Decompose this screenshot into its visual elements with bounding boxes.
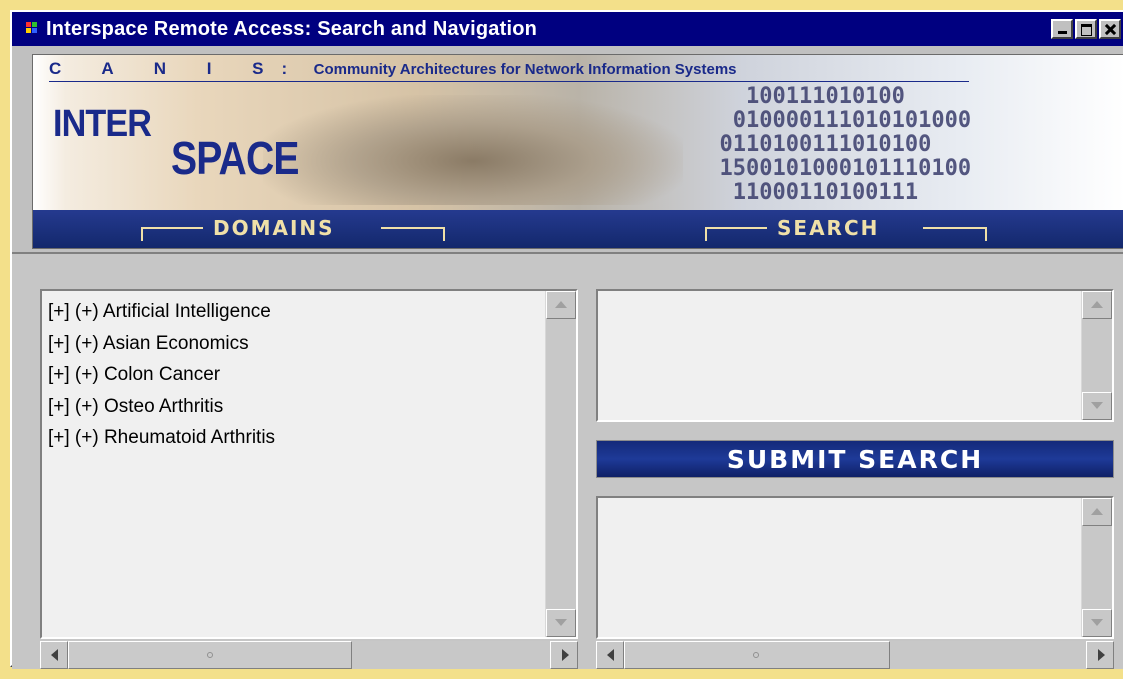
domains-left-rule	[141, 227, 203, 229]
close-button[interactable]	[1099, 19, 1121, 39]
domain-item-colon-cancer[interactable]: [+] (+) Colon Cancer	[42, 359, 544, 391]
search-left-rule	[705, 227, 767, 229]
search-heading: SEARCH	[777, 216, 880, 240]
domain-item-asian-economics[interactable]: [+] (+) Asian Economics	[42, 328, 544, 360]
results-horizontal-scrollbar[interactable]	[596, 641, 1114, 669]
scroll-up-arrow-icon[interactable]	[1082, 291, 1112, 319]
window-controls	[1051, 19, 1121, 39]
query-vertical-scrollbar[interactable]	[1081, 291, 1112, 420]
grip-icon	[753, 652, 759, 658]
interspace-logo: INTER SPACE	[53, 105, 321, 181]
canis-letters: C A N I S:	[49, 59, 306, 78]
binary-graphic: 100111010100 010000111010101000 01101001…	[719, 84, 972, 205]
results-scroll-thumb[interactable]	[624, 641, 890, 669]
domains-scroll-thumb[interactable]	[68, 641, 352, 669]
search-right-rule	[923, 227, 985, 229]
domain-item-artificial-intelligence[interactable]: [+] (+) Artificial Intelligence	[42, 296, 544, 328]
app-icon	[26, 22, 40, 36]
scroll-up-arrow-icon[interactable]	[1082, 498, 1112, 526]
window-title: Interspace Remote Access: Search and Nav…	[46, 17, 538, 40]
scroll-down-arrow-icon[interactable]	[1082, 392, 1112, 420]
domains-right-rule	[381, 227, 443, 229]
scroll-right-arrow-icon[interactable]	[550, 641, 578, 669]
section-label-bar: DOMAINS SEARCH	[33, 210, 1123, 248]
logo-space: SPACE	[171, 132, 299, 184]
title-bar[interactable]: Interspace Remote Access: Search and Nav…	[12, 12, 1123, 46]
domains-horizontal-scrollbar[interactable]	[40, 641, 578, 669]
scroll-down-arrow-icon[interactable]	[546, 609, 576, 637]
canis-subtitle: Community Architectures for Network Info…	[313, 61, 737, 78]
scroll-left-arrow-icon[interactable]	[40, 641, 68, 669]
submit-search-button[interactable]: SUBMIT SEARCH	[596, 440, 1114, 478]
scroll-up-arrow-icon[interactable]	[546, 291, 576, 319]
domains-right-tick	[443, 227, 445, 241]
domain-item-rheumatoid-arthritis[interactable]: [+] (+) Rheumatoid Arthritis	[42, 422, 544, 454]
domains-vertical-scrollbar[interactable]	[545, 291, 576, 637]
domains-left-tick	[141, 227, 143, 241]
banner-photo-collage	[263, 95, 683, 205]
results-vertical-scrollbar[interactable]	[1081, 498, 1112, 637]
domains-tree[interactable]: [+] (+) Artificial Intelligence [+] (+) …	[40, 289, 578, 639]
canis-header: C A N I S: Community Architectures for N…	[49, 59, 737, 79]
canis-banner: 100111010100 010000111010101000 01101001…	[32, 54, 1123, 249]
scroll-left-arrow-icon[interactable]	[596, 641, 624, 669]
main-panel: [+] (+) Artificial Intelligence [+] (+) …	[12, 252, 1123, 669]
grip-icon	[207, 652, 213, 658]
scroll-right-arrow-icon[interactable]	[1086, 641, 1114, 669]
search-results-box[interactable]	[596, 496, 1114, 639]
domain-item-osteo-arthritis[interactable]: [+] (+) Osteo Arthritis	[42, 391, 544, 423]
search-query-box[interactable]	[596, 289, 1114, 422]
canis-underline	[49, 81, 969, 82]
scroll-down-arrow-icon[interactable]	[1082, 609, 1112, 637]
maximize-button[interactable]	[1075, 19, 1097, 39]
domains-heading: DOMAINS	[213, 216, 335, 240]
search-right-tick	[985, 227, 987, 241]
domains-list: [+] (+) Artificial Intelligence [+] (+) …	[42, 291, 544, 642]
minimize-button[interactable]	[1051, 19, 1073, 39]
search-left-tick	[705, 227, 707, 241]
app-window: Interspace Remote Access: Search and Nav…	[10, 10, 1123, 669]
